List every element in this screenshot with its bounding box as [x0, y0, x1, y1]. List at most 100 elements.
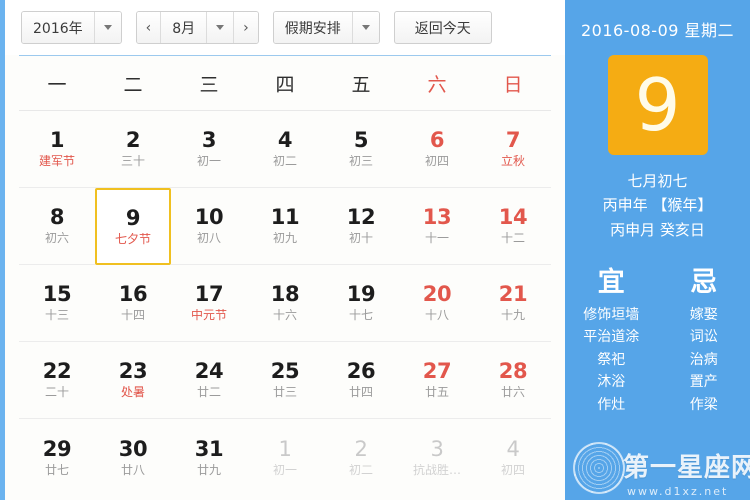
day-cell[interactable]: 23 处暑 — [95, 342, 171, 419]
month-selector-label[interactable]: 8月 — [161, 12, 208, 43]
day-number: 10 — [194, 205, 224, 230]
day-cell[interactable]: 11 初九 — [247, 188, 323, 265]
day-cell[interactable]: 5 初三 — [323, 111, 399, 188]
day-cell[interactable]: 17 中元节 — [171, 265, 247, 342]
day-number: 1 — [278, 436, 292, 461]
prev-month-button[interactable]: ‹ — [136, 12, 162, 43]
ji-list-item: 置产 — [689, 374, 718, 391]
big-day-box: 9 — [607, 55, 708, 155]
day-cell[interactable]: 1 初一 — [247, 419, 323, 496]
yi-list-item: 沐浴 — [597, 374, 626, 391]
day-cell[interactable]: 6 初四 — [399, 111, 475, 188]
day-sublabel: 二十 — [44, 386, 69, 400]
day-sublabel: 七夕节 — [114, 232, 151, 246]
day-sublabel: 十九 — [500, 309, 525, 323]
day-sublabel: 初二 — [272, 155, 297, 169]
day-cell[interactable]: 7 立秋 — [475, 111, 551, 188]
day-number: 3 — [430, 436, 444, 461]
day-number: 4 — [277, 128, 293, 153]
day-cell[interactable]: 27 廿五 — [399, 342, 475, 419]
day-sublabel: 初九 — [272, 232, 297, 246]
day-number: 27 — [422, 359, 452, 384]
day-sublabel: 廿三 — [272, 386, 297, 400]
day-cell[interactable]: 3 初一 — [171, 111, 247, 188]
day-sublabel: 初一 — [196, 155, 221, 169]
weekday-6: 日 — [503, 73, 523, 96]
year-selector[interactable]: 2016年 — [21, 11, 122, 44]
day-cell[interactable]: 21 十九 — [475, 265, 551, 342]
calendar-pane: 2016年 ‹ 8月 › 假期安排 返回今天 一 二 三 四 五 六 日 1 建军节 2 三十 3 初… — [5, 0, 565, 500]
day-cell[interactable]: 16 十四 — [95, 265, 171, 342]
day-cell[interactable]: 3 抗战胜… — [399, 419, 475, 496]
day-cell[interactable]: 20 十八 — [399, 265, 475, 342]
day-sublabel: 初四 — [424, 155, 449, 169]
day-cell[interactable]: 13 十一 — [399, 188, 475, 265]
day-number: 2 — [125, 128, 141, 153]
day-sublabel: 十四 — [120, 309, 145, 323]
day-cell[interactable]: 2 三十 — [95, 111, 171, 188]
day-number: 7 — [505, 128, 521, 153]
day-sublabel: 三十 — [120, 155, 145, 169]
day-sublabel: 初六 — [44, 232, 69, 246]
day-cell[interactable]: 31 廿九 — [171, 419, 247, 496]
day-number: 5 — [353, 128, 369, 153]
day-cell[interactable]: 15 十三 — [19, 265, 95, 342]
day-number: 6 — [429, 128, 445, 153]
ganzhi-year-text: 丙申年 【猴年】 — [602, 196, 713, 215]
holiday-schedule-dropdown[interactable]: 假期安排 — [272, 11, 380, 44]
day-cell[interactable]: 24 廿二 — [171, 342, 247, 419]
day-cell[interactable]: 28 廿六 — [475, 342, 551, 419]
day-cell[interactable]: 10 初八 — [171, 188, 247, 265]
chevron-down-icon[interactable] — [94, 12, 121, 43]
day-sublabel: 廿五 — [424, 386, 449, 400]
day-cell[interactable]: 2 初二 — [323, 419, 399, 496]
day-cell[interactable]: 12 初十 — [323, 188, 399, 265]
day-number: 21 — [498, 282, 528, 307]
day-number: 15 — [42, 282, 72, 307]
next-month-button[interactable]: › — [234, 12, 258, 43]
day-number: 12 — [346, 205, 376, 230]
day-cell-selected[interactable]: 9 七夕节 — [95, 188, 171, 265]
chevron-down-icon[interactable] — [352, 12, 379, 43]
day-number: 29 — [42, 436, 72, 461]
day-sublabel: 廿四 — [348, 386, 373, 400]
yi-list-item: 修饰垣墙 — [583, 306, 640, 323]
day-number: 20 — [422, 282, 452, 307]
chevron-down-icon[interactable] — [207, 12, 235, 43]
day-cell[interactable]: 26 廿四 — [323, 342, 399, 419]
day-cell[interactable]: 19 十七 — [323, 265, 399, 342]
day-cell[interactable]: 18 十六 — [247, 265, 323, 342]
day-cell[interactable]: 8 初六 — [19, 188, 95, 265]
day-sublabel: 处暑 — [120, 386, 145, 400]
day-cell[interactable]: 30 廿八 — [95, 419, 171, 496]
day-cell[interactable]: 22 二十 — [19, 342, 95, 419]
month-selector[interactable]: ‹ 8月 › — [135, 11, 259, 44]
holiday-schedule-label[interactable]: 假期安排 — [273, 12, 353, 43]
day-number: 11 — [270, 205, 300, 230]
day-sublabel: 廿二 — [196, 386, 221, 400]
lunar-info: 七月初七 丙申年 【猴年】 丙申月 癸亥日 — [603, 169, 713, 242]
day-cell[interactable]: 1 建军节 — [19, 111, 95, 188]
day-sublabel: 抗战胜… — [412, 463, 461, 477]
day-sublabel: 十八 — [424, 309, 449, 323]
day-sublabel: 廿八 — [120, 463, 145, 477]
yi-list-item: 平治道涂 — [583, 329, 640, 346]
calendar-grid: 1 建军节 2 三十 3 初一 4 初二 5 初三 6 初四 7 立秋 8 初六 9 七夕节 10 初八 11 初九 12 初… — [19, 111, 551, 496]
day-cell[interactable]: 4 初二 — [247, 111, 323, 188]
ji-list-item: 词讼 — [689, 329, 718, 346]
day-cell[interactable]: 4 初四 — [475, 419, 551, 496]
back-to-today-button[interactable]: 返回今天 — [393, 11, 492, 44]
day-number: 31 — [194, 436, 224, 461]
day-sublabel: 初一 — [272, 463, 297, 477]
day-sublabel: 初三 — [348, 155, 373, 169]
day-cell[interactable]: 25 廿三 — [247, 342, 323, 419]
yi-list-item: 作灶 — [597, 396, 626, 413]
calendar-app: 2016年 ‹ 8月 › 假期安排 返回今天 一 二 三 四 五 六 日 1 建军节 2 三十 3 初… — [0, 0, 750, 500]
year-selector-label[interactable]: 2016年 — [22, 12, 95, 43]
day-sublabel: 廿九 — [196, 463, 221, 477]
yi-list: 修饰垣墙 平治道涂 祭祀 沐浴 作灶 — [565, 307, 658, 415]
day-number: 16 — [118, 282, 148, 307]
day-sublabel: 立秋 — [500, 155, 525, 169]
day-cell[interactable]: 29 廿七 — [19, 419, 95, 496]
day-cell[interactable]: 14 十二 — [475, 188, 551, 265]
